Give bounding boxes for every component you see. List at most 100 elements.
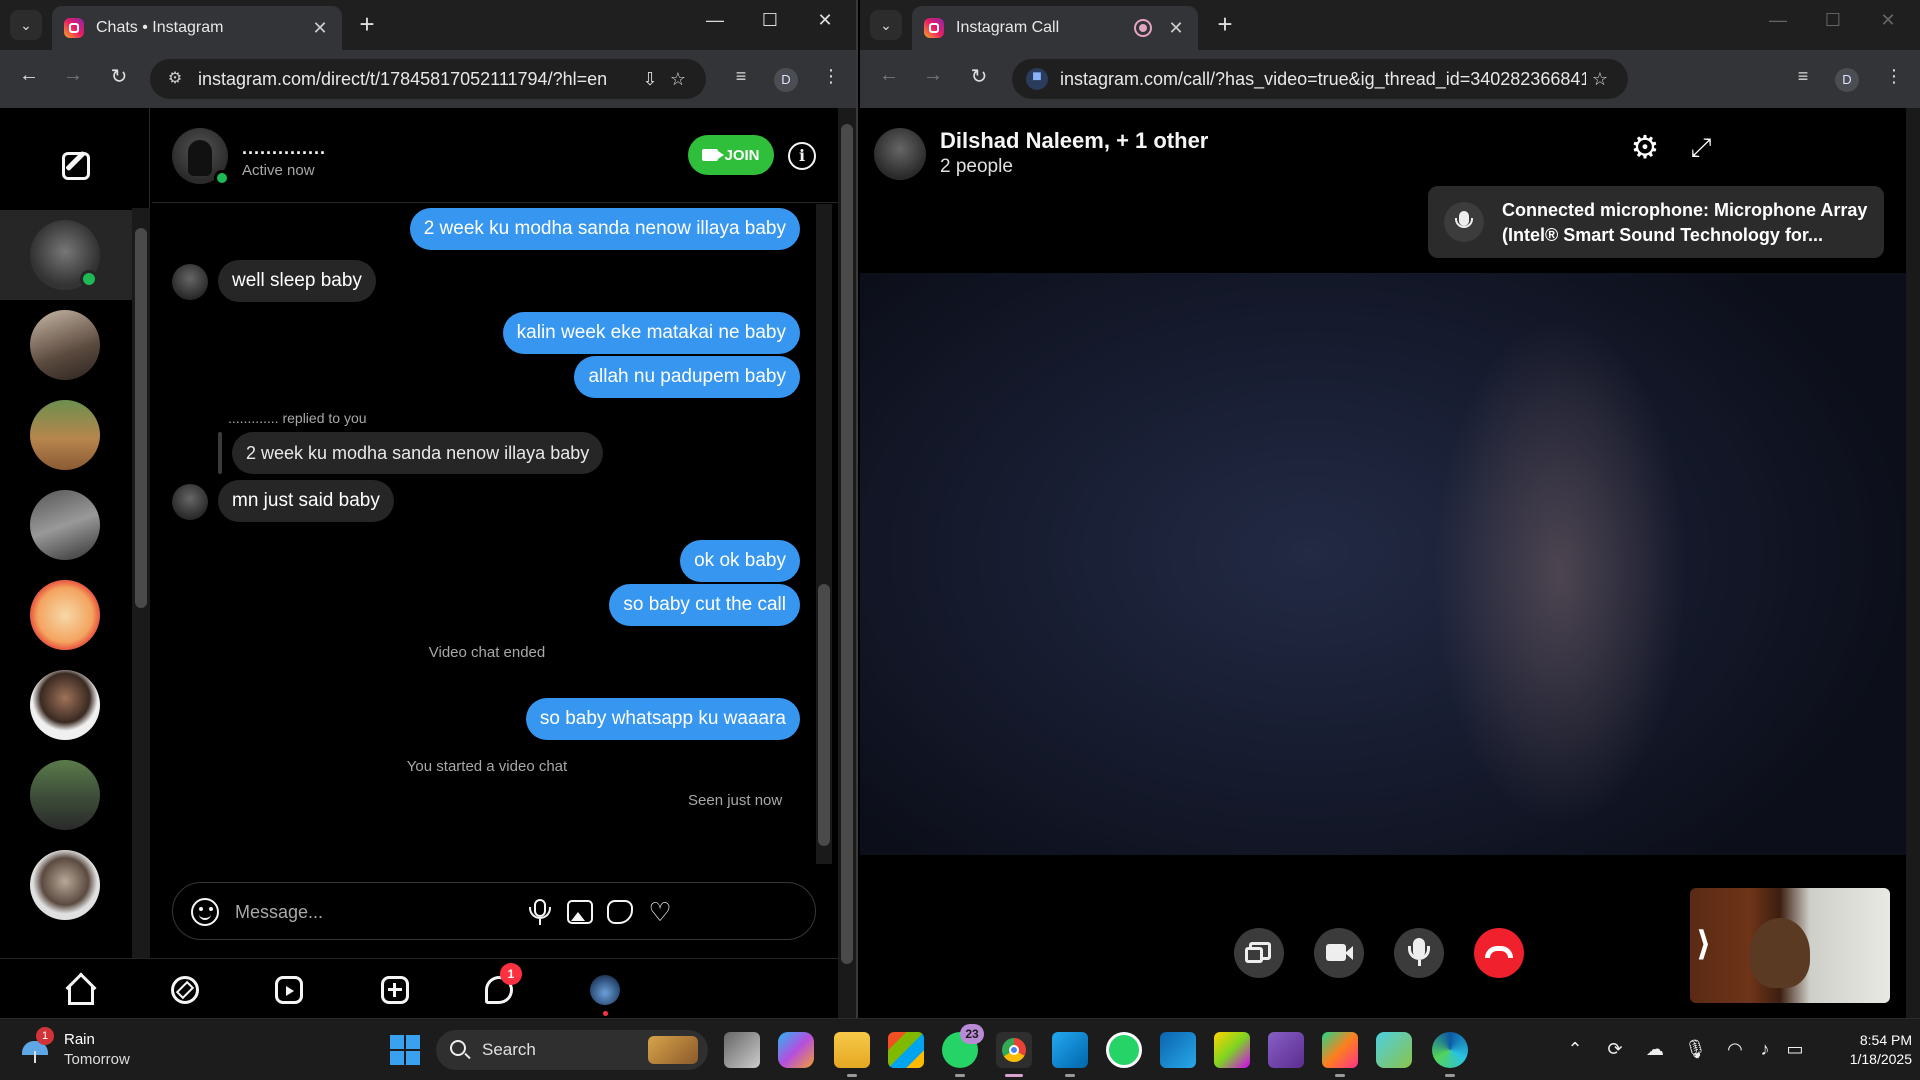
minimize-button[interactable]: —	[1763, 10, 1793, 31]
vscode-icon[interactable]	[1052, 1032, 1088, 1077]
visual-studio-icon[interactable]	[1268, 1032, 1304, 1068]
jetbrains-icon[interactable]	[1322, 1032, 1358, 1077]
incoming-message[interactable]: well sleep baby	[218, 260, 376, 302]
bookmark-star-icon[interactable]: ☆	[664, 69, 692, 90]
microsoft-store-icon[interactable]	[888, 1032, 924, 1068]
copilot-icon[interactable]	[778, 1032, 814, 1068]
back-button[interactable]: ←	[874, 64, 904, 87]
close-tab-icon[interactable]: ✕	[310, 18, 330, 39]
install-app-icon[interactable]: ⇩	[636, 69, 664, 90]
message-input[interactable]	[235, 899, 515, 925]
forward-button[interactable]: →	[58, 64, 88, 87]
new-tab-button[interactable]: +	[1210, 10, 1240, 40]
conversation-item[interactable]	[0, 750, 132, 840]
create-icon[interactable]	[378, 973, 412, 1007]
maximize-button[interactable]: ☐	[1818, 10, 1848, 31]
camera-toggle-button[interactable]	[1314, 928, 1364, 978]
wifi-icon[interactable]: ◠	[1724, 1039, 1746, 1060]
add-photo-icon[interactable]	[565, 897, 595, 927]
outgoing-message[interactable]: so baby cut the call	[609, 584, 800, 626]
file-explorer-icon[interactable]	[834, 1032, 870, 1077]
profile-avatar[interactable]: D	[1835, 68, 1859, 92]
forward-button[interactable]: →	[918, 64, 948, 87]
tab-instagram-call[interactable]: Instagram Call ✕	[912, 6, 1198, 50]
info-icon[interactable]: i	[788, 142, 816, 170]
weather-widget[interactable]: 1 Rain Tomorrow	[22, 1027, 162, 1071]
chat-contact-name[interactable]: ..............	[242, 138, 326, 159]
join-call-button[interactable]: JOIN	[688, 135, 774, 175]
chrome-icon[interactable]	[996, 1032, 1032, 1077]
close-tab-icon[interactable]: ✕	[1166, 18, 1186, 39]
close-window-button[interactable]: ✕	[810, 10, 840, 31]
explore-icon[interactable]	[168, 973, 202, 1007]
address-bar[interactable]: ■ instagram.com/call/?has_video=true&ig_…	[1012, 59, 1628, 99]
voice-clip-icon[interactable]	[525, 897, 555, 927]
close-window-button[interactable]: ✕	[1873, 10, 1903, 31]
rail-scrollbar[interactable]	[132, 208, 150, 958]
incoming-message[interactable]: mn just said baby	[218, 480, 394, 522]
reload-button[interactable]: ↻	[964, 64, 994, 89]
home-icon[interactable]	[64, 972, 98, 1007]
pycharm-icon[interactable]	[1214, 1032, 1250, 1068]
windows-start-icon[interactable]	[390, 1035, 420, 1065]
conversation-item[interactable]	[0, 660, 132, 750]
whatsapp-web-icon[interactable]	[1106, 1032, 1142, 1068]
reels-icon[interactable]	[272, 973, 306, 1007]
outgoing-message[interactable]: ok ok baby	[680, 540, 800, 582]
share-screen-button[interactable]	[1234, 928, 1284, 978]
new-message-icon[interactable]	[62, 152, 90, 180]
outgoing-message[interactable]: allah nu padupem baby	[574, 356, 800, 398]
tab-search-button[interactable]: ⌄	[870, 10, 902, 40]
maximize-button[interactable]: ☐	[755, 10, 785, 31]
edge-icon[interactable]	[1432, 1032, 1468, 1077]
whatsapp-icon[interactable]: 23	[942, 1024, 984, 1077]
tab-chats-instagram[interactable]: Chats • Instagram ✕	[52, 6, 342, 50]
site-info-icon[interactable]: ⚙	[164, 68, 186, 90]
show-hidden-icons-chevron-icon[interactable]: ⌃	[1564, 1039, 1586, 1060]
self-video-preview[interactable]: ⟩	[1690, 888, 1890, 1003]
tab-search-button[interactable]: ⌄	[10, 10, 42, 40]
collapse-preview-icon[interactable]: ⟩	[1696, 924, 1712, 964]
bookmark-star-icon[interactable]: ☆	[1586, 69, 1614, 90]
microphone-icon[interactable]: 🎙︎	[1684, 1039, 1707, 1060]
fullscreen-icon[interactable]: ⤢	[1686, 132, 1716, 162]
page-scrollbar[interactable]	[1906, 108, 1920, 1018]
chat-scrollbar[interactable]	[816, 204, 832, 864]
volume-icon[interactable]: ♪	[1754, 1039, 1776, 1060]
back-button[interactable]: ←	[14, 64, 44, 87]
microphone-toggle-button[interactable]	[1394, 928, 1444, 978]
profile-avatar[interactable]: D	[774, 68, 798, 92]
media-control-icon[interactable]: ≡	[728, 66, 754, 87]
onedrive-cloud-icon[interactable]: ☁	[1644, 1039, 1666, 1060]
outlook-icon[interactable]	[1160, 1032, 1196, 1068]
new-tab-button[interactable]: +	[352, 10, 382, 40]
page-scroll-thumb[interactable]	[841, 124, 853, 964]
messages-icon[interactable]: 1	[482, 963, 522, 1007]
cube-app-icon[interactable]	[1376, 1032, 1412, 1068]
outgoing-message[interactable]: kalin week eke matakai ne baby	[502, 312, 800, 354]
conversation-item[interactable]	[0, 480, 132, 570]
sticker-icon[interactable]	[605, 897, 635, 927]
conversation-item[interactable]	[0, 210, 132, 300]
taskbar-search[interactable]: Search	[436, 1030, 708, 1070]
battery-icon[interactable]: ▭	[1784, 1039, 1806, 1060]
quoted-message[interactable]: 2 week ku modha sanda nenow illaya baby	[232, 432, 604, 474]
end-call-button[interactable]	[1474, 928, 1524, 978]
gear-icon[interactable]: ⚙	[1630, 131, 1660, 163]
sync-icon[interactable]: ⟳	[1604, 1039, 1626, 1060]
camera-in-use-icon[interactable]: ■	[1026, 68, 1048, 90]
profile-icon[interactable]	[588, 973, 622, 1016]
conversation-item[interactable]	[0, 570, 132, 660]
address-bar[interactable]: ⚙ instagram.com/direct/t/178458170521117…	[150, 59, 706, 99]
outgoing-message[interactable]: 2 week ku modha sanda nenow illaya baby	[409, 208, 800, 250]
conversation-item[interactable]	[0, 390, 132, 480]
outgoing-message[interactable]: so baby whatsapp ku waaara	[525, 698, 800, 740]
page-scrollbar[interactable]	[838, 108, 856, 1018]
reload-button[interactable]: ↻	[104, 64, 134, 89]
minimize-button[interactable]: —	[700, 10, 730, 31]
browser-menu-icon[interactable]: ⋮	[818, 66, 844, 87]
conversation-item[interactable]	[0, 300, 132, 390]
rail-scroll-thumb[interactable]	[135, 228, 147, 608]
task-view-icon[interactable]	[724, 1032, 760, 1068]
chat-scroll-thumb[interactable]	[818, 584, 830, 846]
